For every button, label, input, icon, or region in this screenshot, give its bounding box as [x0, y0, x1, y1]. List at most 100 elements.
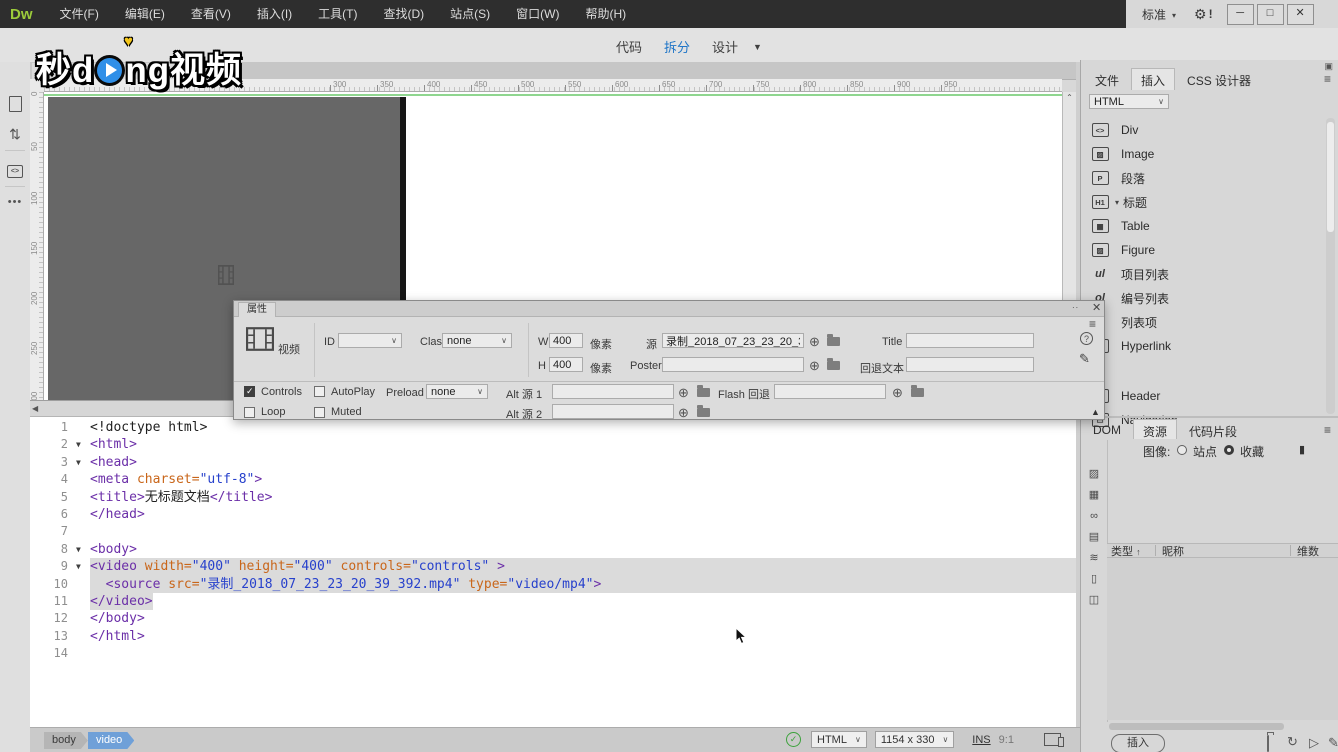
assets-insert-button[interactable]: 插入	[1111, 734, 1165, 752]
collapse-left-icon[interactable]: ◀	[32, 404, 38, 413]
column-type[interactable]: 类型 ↑	[1107, 543, 1155, 559]
asset-category-icon[interactable]: ∞	[1081, 505, 1107, 526]
scroll-up-icon[interactable]: ⌃	[1063, 93, 1076, 102]
menu-item[interactable]: 查看(V)	[178, 0, 244, 28]
asset-category-icon[interactable]: ≋	[1081, 547, 1107, 568]
sort-arrows-icon[interactable]: ⇅	[0, 126, 30, 143]
insert-item[interactable]: ul 项目列表	[1081, 262, 1327, 286]
site-radio[interactable]	[1177, 445, 1187, 455]
properties-tab[interactable]: 属性	[238, 302, 276, 317]
assets-tab[interactable]: 资源	[1133, 419, 1177, 439]
loop-checkbox[interactable]	[244, 407, 255, 418]
fold-arrow-icon[interactable]	[76, 454, 81, 471]
title-input[interactable]	[906, 333, 1034, 348]
insert-item[interactable]: li 列表项	[1081, 310, 1327, 334]
collapse-panel-icon[interactable]: ▲	[1091, 407, 1100, 417]
insert-item[interactable]: ol 编号列表	[1081, 286, 1327, 310]
chevron-down-icon[interactable]: ▼	[753, 42, 762, 52]
column-dimensions[interactable]: 维数	[1297, 543, 1338, 559]
asset-category-icon[interactable]: ▨	[1081, 463, 1107, 484]
poster-input[interactable]	[662, 357, 804, 372]
insert-item[interactable]: H1 ▾ 标题	[1081, 190, 1327, 214]
assets-horizontal-scrollbar[interactable]	[1109, 723, 1284, 730]
menu-item[interactable]: 窗口(W)	[503, 0, 572, 28]
edit-icon[interactable]: ✎	[1079, 351, 1090, 367]
insert-mode-indicator[interactable]: INS	[972, 734, 990, 746]
source-input[interactable]	[662, 333, 804, 348]
doctype-select[interactable]: HTML∨	[811, 731, 867, 748]
menu-item[interactable]: 帮助(H)	[572, 0, 639, 28]
favorites-radio-label[interactable]: 收藏	[1240, 443, 1264, 460]
point-to-file-icon[interactable]: ⊕	[678, 386, 689, 399]
properties-panel-header[interactable]: 属性 ∙∙ ✕	[234, 301, 1104, 317]
browse-folder-icon[interactable]	[697, 388, 710, 397]
browse-folder-icon[interactable]	[827, 337, 840, 346]
browse-folder-icon[interactable]	[911, 388, 924, 397]
code-window-icon[interactable]: <>	[0, 160, 30, 178]
workspace-switcher[interactable]: 标准	[1142, 6, 1166, 23]
muted-checkbox[interactable]	[314, 407, 325, 418]
column-name[interactable]: 昵称	[1162, 543, 1290, 559]
assets-list-empty[interactable]	[1107, 558, 1338, 720]
point-to-file-icon[interactable]: ⊕	[809, 359, 820, 372]
site-radio-label[interactable]: 站点	[1193, 443, 1217, 460]
tag-selector-video[interactable]: video	[88, 732, 134, 749]
insert-item[interactable]: ▨ Image	[1081, 142, 1327, 166]
insert-item[interactable]: P 段落	[1081, 166, 1327, 190]
point-to-file-icon[interactable]: ⊕	[892, 386, 903, 399]
panel-menu-icon[interactable]: ≡	[1089, 317, 1096, 331]
insert-item[interactable]: ∞ Hyperlink	[1081, 334, 1327, 358]
edit-icon[interactable]: ✎	[1328, 735, 1338, 751]
chevron-down-icon[interactable]: ▾	[1115, 198, 1119, 207]
fallback-text-input[interactable]	[906, 357, 1034, 372]
chevron-down-icon[interactable]: ▾	[1172, 11, 1176, 20]
menu-item[interactable]: 站点(S)	[437, 0, 503, 28]
point-to-file-icon[interactable]: ⊕	[809, 335, 820, 348]
class-select[interactable]: none∨	[442, 333, 512, 348]
window-size-select[interactable]: 1154 x 330∨	[875, 731, 954, 748]
asset-category-icon[interactable]: ▦	[1081, 484, 1107, 505]
gear-icon[interactable]: ⚙	[1194, 6, 1207, 23]
menu-item[interactable]: 插入(I)	[244, 0, 305, 28]
insert-category-select[interactable]: HTML∨	[1089, 94, 1169, 109]
autoplay-checkbox[interactable]	[314, 386, 325, 397]
tag-selector-body[interactable]: body	[44, 732, 88, 749]
file-icon[interactable]	[0, 96, 30, 117]
fold-arrow-icon[interactable]	[76, 436, 81, 453]
panel-layout-icon[interactable]: ▣	[1324, 61, 1333, 72]
height-input[interactable]	[549, 357, 583, 372]
design-view-button[interactable]: 设计	[712, 37, 738, 56]
bookmark-icon[interactable]: ▮	[1299, 443, 1305, 456]
preload-select[interactable]: none∨	[426, 384, 488, 399]
insert-item[interactable]: <> Div	[1081, 118, 1327, 142]
asset-category-icon[interactable]: ◫	[1081, 589, 1107, 610]
point-to-file-icon[interactable]: ⊕	[678, 406, 689, 419]
code-view[interactable]: 1 <!doctype html> 2 <html> 3 <head> 4 <m…	[30, 417, 1076, 727]
insert-item[interactable]: ▭ Header	[1081, 384, 1327, 408]
flash-fallback-input[interactable]	[774, 384, 886, 399]
asset-category-icon[interactable]: ▯	[1081, 568, 1107, 589]
menu-item[interactable]: 编辑(E)	[112, 0, 178, 28]
fold-arrow-icon[interactable]	[76, 558, 81, 575]
help-icon[interactable]: ?	[1080, 332, 1093, 345]
maximize-button[interactable]: □	[1257, 4, 1284, 25]
insert-item[interactable]: ▦ Table	[1081, 214, 1327, 238]
folder-icon[interactable]	[1267, 736, 1269, 751]
id-select[interactable]: ∨	[338, 333, 402, 348]
panel-menu-icon[interactable]: ≡	[1324, 72, 1331, 86]
width-input[interactable]	[549, 333, 583, 348]
menu-item[interactable]: 查找(D)	[370, 0, 437, 28]
assets-tab[interactable]: 代码片段	[1179, 419, 1247, 439]
close-button[interactable]: ✕	[1287, 4, 1314, 25]
refresh-icon[interactable]: ↻	[1287, 734, 1298, 750]
panel-dock-icon[interactable]: ∙∙	[1072, 302, 1079, 312]
browse-folder-icon[interactable]	[827, 361, 840, 370]
fold-arrow-icon[interactable]	[76, 541, 81, 558]
alt-source-1-input[interactable]	[552, 384, 674, 399]
sidebar-tab[interactable]: 插入	[1131, 68, 1175, 90]
sidebar-tab[interactable]: 文件	[1085, 68, 1129, 90]
preview-icon[interactable]: ▷	[1309, 735, 1319, 751]
assets-tab[interactable]: DOM	[1083, 419, 1131, 439]
more-options-icon[interactable]: •••	[0, 196, 30, 208]
split-view-button[interactable]: 拆分	[664, 37, 690, 56]
